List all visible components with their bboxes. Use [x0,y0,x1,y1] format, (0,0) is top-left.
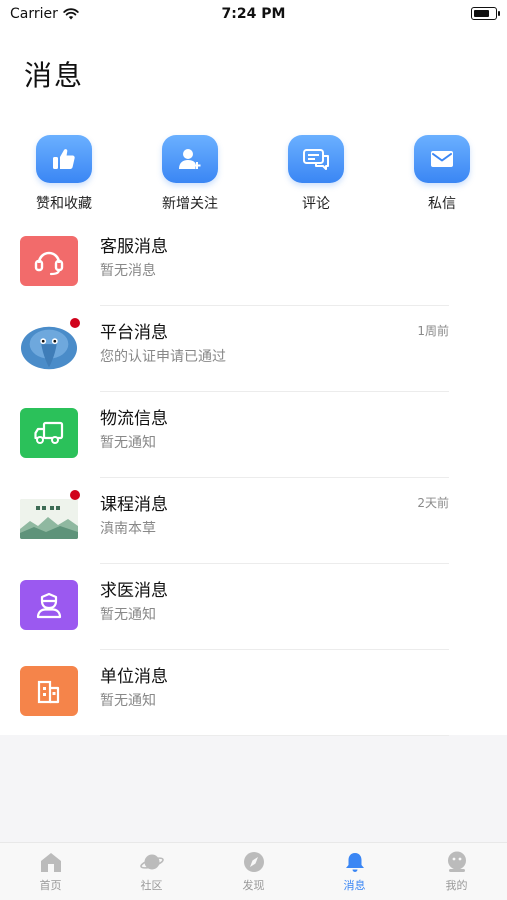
quick-action-new-followers[interactable]: 新增关注 [142,135,238,213]
message-preview: 您的认证申请已通过 [100,349,226,365]
page-title: 消息 [24,59,85,92]
unread-dot [70,318,80,328]
thumbs-up-icon [36,135,92,183]
add-user-icon [162,135,218,183]
message-title: 求医消息 [100,581,168,601]
tab-label: 发现 [242,879,265,892]
tab-label: 消息 [343,879,366,892]
message-row-organization[interactable]: 单位消息 暂无通知 [0,650,507,736]
battery-icon [471,7,500,20]
message-time: 1周前 [417,324,449,338]
messages-screen: Carrier 7:24 PM 消息 赞和收藏 新增关注 评论 私信 客服消息 … [0,0,507,900]
course-thumbnail [20,499,78,539]
tab-profile[interactable]: 我的 [406,851,507,893]
planet-icon [139,854,164,870]
quick-action-label: 赞和收藏 [36,196,92,212]
tab-label: 社区 [140,879,163,892]
tab-label: 我的 [445,879,468,892]
message-title: 课程消息 [100,495,168,515]
tab-community[interactable]: 社区 [101,851,202,893]
quick-action-label: 评论 [302,196,330,212]
message-preview: 暂无通知 [100,693,156,709]
tab-discover[interactable]: 发现 [203,851,304,893]
message-time: 2天前 [417,496,449,510]
building-icon [20,666,78,716]
message-row-course[interactable]: 课程消息 滇南本草 2天前 [0,478,507,564]
status-time: 7:24 PM [221,6,286,22]
headset-icon [20,236,78,286]
battery-level [473,9,489,17]
tab-messages[interactable]: 消息 [304,851,405,893]
message-preview: 暂无消息 [100,263,156,279]
quick-action-likes[interactable]: 赞和收藏 [16,135,112,213]
quick-action-label: 新增关注 [162,196,218,212]
message-title: 客服消息 [100,237,168,257]
tab-label: 首页 [39,879,62,892]
truck-icon [20,408,78,458]
message-title: 单位消息 [100,667,168,687]
tab-bar: 首页 社区 发现 消息 我的 [0,842,507,900]
home-icon [40,853,61,872]
status-bar: Carrier 7:24 PM [0,0,507,28]
quick-action-label: 私信 [428,196,456,212]
quick-action-comments[interactable]: 评论 [268,135,364,213]
message-title: 平台消息 [100,323,168,343]
profile-icon [447,851,466,872]
doctor-icon [20,580,78,630]
compass-icon [243,852,264,872]
unread-dot [70,490,80,500]
message-preview: 滇南本草 [100,521,156,537]
tab-home[interactable]: 首页 [0,851,101,893]
message-title: 物流信息 [100,409,168,429]
message-preview: 暂无通知 [100,435,156,451]
quick-actions: 赞和收藏 新增关注 评论 私信 [0,135,507,215]
platform-avatar [20,322,78,372]
message-row-platform[interactable]: 平台消息 您的认证申请已通过 1周前 [0,306,507,392]
message-preview: 暂无通知 [100,607,156,623]
message-row-medical[interactable]: 求医消息 暂无通知 [0,564,507,650]
message-row-customer-service[interactable]: 客服消息 暂无消息 [0,220,507,306]
bell-icon [345,853,364,872]
comment-icon [288,135,344,183]
quick-action-private-messages[interactable]: 私信 [394,135,490,213]
message-row-logistics[interactable]: 物流信息 暂无通知 [0,392,507,478]
mail-icon [414,135,470,183]
row-divider [100,735,449,736]
